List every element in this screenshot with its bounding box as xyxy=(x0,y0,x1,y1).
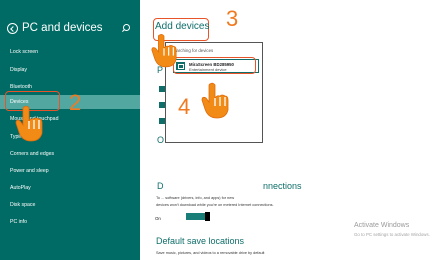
device-highlight-box xyxy=(173,57,256,74)
sidebar-item-pc-info[interactable]: PC info xyxy=(0,215,140,229)
pointing-hand-icon xyxy=(15,105,43,142)
step-2-number: 2 xyxy=(69,90,82,115)
activate-windows-watermark: Activate Windows xyxy=(354,222,410,229)
pointing-hand-icon xyxy=(151,34,177,68)
toggle-label: On xyxy=(155,216,161,221)
back-arrow-icon[interactable] xyxy=(7,22,18,34)
pointing-hand-icon xyxy=(201,82,229,119)
section-heading-o: O xyxy=(157,135,165,145)
download-description-line1: To ... software (drivers, info, and apps… xyxy=(156,196,235,200)
sidebar-item-display[interactable]: Display xyxy=(0,63,140,77)
sidebar-item-power-sleep[interactable]: Power and sleep xyxy=(0,164,140,178)
sidebar-item-lock-screen[interactable]: Lock screen xyxy=(0,45,140,59)
download-description-line2: devices won't download while you're on m… xyxy=(156,203,274,207)
step-3-number: 3 xyxy=(226,6,239,31)
sidebar-item-disk-space[interactable]: Disk space xyxy=(0,198,140,212)
section-heading-connections: nnections xyxy=(263,181,302,191)
step-4-number: 4 xyxy=(178,94,191,119)
search-icon[interactable] xyxy=(121,24,130,32)
section-heading-d: D xyxy=(157,181,164,191)
toggle-knob[interactable] xyxy=(205,212,210,221)
metered-download-toggle[interactable] xyxy=(186,212,210,221)
sidebar-item-corners-edges[interactable]: Corners and edges xyxy=(0,147,140,161)
sidebar-title: PC and devices xyxy=(22,22,103,34)
activate-windows-subtext: Go to PC settings to activate Windows. xyxy=(354,232,430,237)
page-title[interactable]: Add devices xyxy=(155,21,209,32)
default-save-heading: Default save locations xyxy=(156,236,245,246)
sidebar-item-autoplay[interactable]: AutoPlay xyxy=(0,181,140,195)
sidebar-header: PC and devices xyxy=(7,22,103,34)
default-save-description: Save music, pictures, and videos to a re… xyxy=(156,251,265,255)
